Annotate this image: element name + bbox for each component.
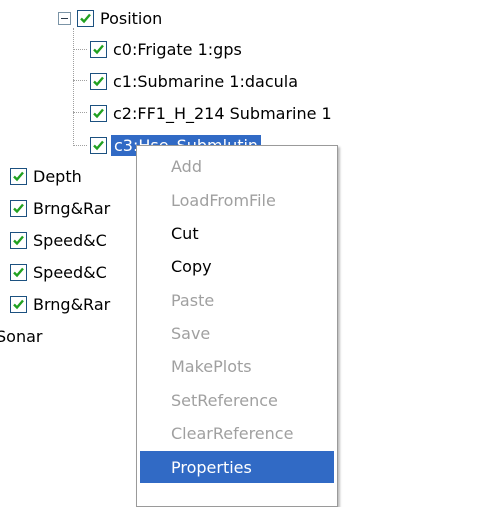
- menu-item-add[interactable]: Add: [137, 150, 337, 182]
- menu-item-label: MakePlots: [171, 356, 252, 376]
- tree-node-child[interactable]: c2:FF1_H_214 Submarine 1: [90, 97, 332, 129]
- menu-item-label: LoadFromFile: [171, 190, 276, 210]
- tree-node-child[interactable]: c0:Frigate 1:gps: [90, 33, 242, 65]
- tree-node-label: Depth: [33, 166, 82, 186]
- menu-item-label: Properties: [171, 457, 252, 477]
- tree-node-speed-course[interactable]: Speed&C: [10, 224, 107, 256]
- menu-item-load-from-file[interactable]: LoadFromFile: [137, 184, 337, 216]
- menu-item-cut[interactable]: Cut: [137, 217, 337, 249]
- menu-item-properties[interactable]: Properties: [140, 451, 334, 483]
- menu-item-set-reference[interactable]: SetReference: [137, 384, 337, 416]
- tree-node-label: c0:Frigate 1:gps: [113, 39, 242, 59]
- tree-node-brng-range[interactable]: Brng&Rar: [10, 288, 110, 320]
- checkbox-checked-icon[interactable]: [10, 295, 27, 313]
- menu-item-label: Paste: [171, 290, 215, 310]
- tree-connector-line: [73, 28, 74, 146]
- menu-item-label: Cut: [171, 223, 199, 243]
- menu-item-clear-reference[interactable]: ClearReference: [137, 417, 337, 449]
- tree-node-child[interactable]: c1:Submarine 1:dacula: [90, 65, 298, 97]
- tree-connector-line: [73, 145, 87, 146]
- menu-item-label: ClearReference: [171, 423, 294, 443]
- menu-item-label: Copy: [171, 256, 212, 276]
- tree-node-label: Speed&C: [33, 230, 107, 250]
- tree-node-speed-course[interactable]: Speed&C: [10, 256, 107, 288]
- tree-node-depth[interactable]: Depth: [10, 160, 82, 192]
- menu-item-save[interactable]: Save: [137, 317, 337, 349]
- menu-item-label: Add: [171, 156, 202, 176]
- tree-connector-line: [73, 80, 87, 81]
- tree-node-label: Sonar: [0, 326, 43, 346]
- tree-node-label: Brng&Rar: [33, 198, 111, 218]
- checkbox-checked-icon[interactable]: [10, 199, 27, 217]
- collapse-expander-icon[interactable]: [58, 11, 71, 25]
- menu-item-label: SetReference: [171, 390, 278, 410]
- menu-item-paste[interactable]: Paste: [137, 284, 337, 316]
- checkbox-checked-icon[interactable]: [90, 136, 107, 154]
- tree-node-label: c1:Submarine 1:dacula: [113, 71, 299, 91]
- checkbox-checked-icon[interactable]: [90, 40, 107, 58]
- checkbox-checked-icon[interactable]: [10, 231, 27, 249]
- tree-node-label: Position: [100, 8, 163, 28]
- tree-connector-line: [73, 49, 87, 50]
- tree-node-position[interactable]: Position: [58, 2, 162, 34]
- menu-item-copy[interactable]: Copy: [137, 250, 337, 282]
- menu-item-label: Save: [171, 323, 211, 343]
- checkbox-checked-icon[interactable]: [77, 9, 94, 27]
- checkbox-checked-icon[interactable]: [90, 72, 107, 90]
- checkbox-checked-icon[interactable]: [10, 263, 27, 281]
- tree-node-brng-range[interactable]: Brng&Rar: [10, 192, 110, 224]
- tree-node-label: Speed&C: [33, 262, 107, 282]
- context-menu: Add LoadFromFile Cut Copy Paste Save Mak…: [136, 145, 338, 507]
- tree-node-sonar[interactable]: Sonar: [0, 320, 42, 352]
- checkbox-checked-icon[interactable]: [90, 104, 107, 122]
- checkbox-checked-icon[interactable]: [10, 167, 27, 185]
- menu-item-make-plots[interactable]: MakePlots: [137, 350, 337, 382]
- tree-connector-line: [73, 112, 87, 113]
- tree-node-label: c2:FF1_H_214 Submarine 1: [113, 103, 332, 123]
- tree-node-label: Brng&Rar: [33, 294, 111, 314]
